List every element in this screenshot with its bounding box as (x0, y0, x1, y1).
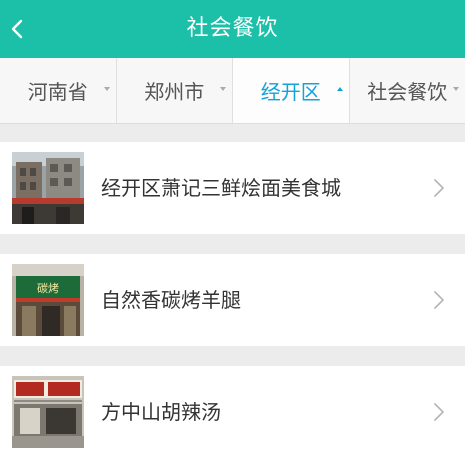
dropdown-caret-icon (104, 87, 110, 91)
list-item[interactable]: 经开区萧记三鲜烩面美食城 (0, 142, 465, 234)
restaurant-thumbnail (12, 152, 84, 224)
chevron-right-icon (429, 402, 449, 422)
filter-bar: 河南省 郑州市 经开区 社会餐饮 (0, 58, 465, 124)
filter-city[interactable]: 郑州市 (117, 58, 234, 123)
page-title: 社会餐饮 (0, 0, 465, 58)
restaurant-thumbnail (12, 376, 84, 448)
filter-category-label: 社会餐饮 (367, 76, 447, 105)
filter-province[interactable]: 河南省 (0, 58, 117, 123)
restaurant-name: 自然香碳烤羊腿 (101, 254, 241, 346)
back-button[interactable] (0, 0, 34, 58)
restaurant-thumbnail: 碳烤 (12, 264, 84, 336)
restaurant-name: 经开区萧记三鲜烩面美食城 (101, 142, 341, 234)
filter-city-label: 郑州市 (144, 76, 204, 105)
chevron-right-icon (429, 178, 449, 198)
list-item[interactable]: 方中山胡辣汤 (0, 366, 465, 458)
dropdown-caret-icon (220, 87, 226, 91)
filter-category[interactable]: 社会餐饮 (350, 58, 465, 123)
restaurant-name: 方中山胡辣汤 (101, 366, 221, 458)
app-header: 社会餐饮 (0, 0, 465, 58)
dropdown-caret-icon (453, 87, 459, 91)
filter-district[interactable]: 经开区 (233, 58, 350, 123)
svg-text:碳烤: 碳烤 (37, 281, 59, 295)
filter-province-label: 河南省 (28, 76, 88, 105)
filter-district-label: 经开区 (261, 76, 321, 105)
list-item[interactable]: 碳烤 自然香碳烤羊腿 (0, 254, 465, 346)
dropdown-caret-up-icon (337, 87, 343, 91)
chevron-left-icon (10, 18, 24, 40)
chevron-right-icon (429, 290, 449, 310)
